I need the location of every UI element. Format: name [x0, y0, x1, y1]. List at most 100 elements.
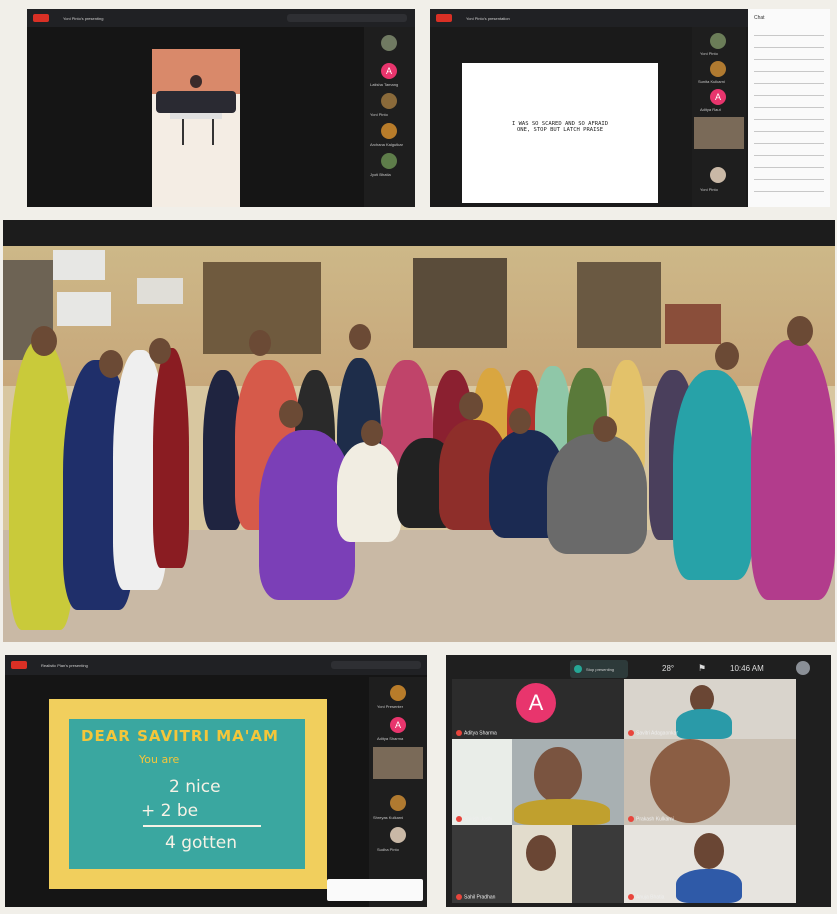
participant-name: Archana Kalgutkar	[370, 142, 403, 147]
head	[787, 316, 813, 346]
head	[694, 833, 724, 869]
participant-tile: Shirish Joshi	[452, 739, 624, 825]
participant-name: Yoni Pinto	[700, 51, 718, 56]
screen-share-icon	[574, 665, 582, 673]
tile-name-text: Savitri Adagaonkar	[636, 730, 678, 736]
head	[509, 408, 531, 434]
slide-text: I WAS SO SCARED AND SO AFRAID ONE, STOP …	[511, 121, 609, 133]
person	[547, 434, 647, 554]
mic-off-icon	[628, 729, 634, 736]
participant-name: Sunita Kulkarni	[698, 79, 725, 84]
user-avatar[interactable]	[796, 661, 810, 675]
person	[676, 709, 732, 739]
head	[279, 400, 303, 428]
meeting-topbar: Yoni Pinto's presenting	[27, 9, 415, 27]
mic-off-icon	[456, 815, 462, 822]
participant-name: Sudha Pinto	[377, 847, 399, 852]
mic-off-icon	[628, 893, 634, 900]
participant-name: Aditya Sharma	[377, 736, 404, 741]
person	[337, 442, 401, 542]
participant-video	[694, 117, 744, 149]
presenter-title: Yoni Pinto's presenting	[63, 16, 104, 21]
participant-avatar	[381, 153, 397, 169]
toolbar-icons[interactable]	[331, 661, 421, 669]
participant-tile: A Aditya Sharma	[452, 679, 624, 739]
present-chip[interactable]: Stop presenting	[570, 660, 628, 678]
card-inner: DEAR SAVITRI MA'AM You are 2 nice + 2 be…	[69, 719, 305, 869]
card-line-3: + 2 be	[141, 801, 199, 821]
chat-messages	[754, 29, 824, 199]
slide: I WAS SO SCARED AND SO AFRAID ONE, STOP …	[462, 63, 658, 203]
card-divider	[143, 825, 261, 827]
sofa	[156, 91, 236, 113]
avatar-letter: A	[714, 92, 721, 102]
clock-time: 10:46 AM	[730, 664, 764, 673]
ac-unit	[57, 292, 111, 326]
keyboard-stand	[182, 119, 214, 145]
participant-avatar	[710, 33, 726, 49]
participant-avatar	[710, 61, 726, 77]
card-title: DEAR SAVITRI MA'AM	[81, 727, 279, 745]
doorway	[413, 258, 507, 348]
chat-header: Chat	[754, 15, 765, 21]
meeting-topbar: Realistic Plan's presenting	[5, 655, 427, 675]
doorway	[577, 262, 661, 348]
participant-avatar	[381, 93, 397, 109]
tile-name: Sahil Pradhan	[456, 893, 496, 900]
avatar-letter: A	[394, 720, 401, 730]
meeting-window-4: Stop presenting 28° ⚑ 10:46 AM A Aditya …	[446, 655, 831, 907]
avatar-letter-circle: A	[710, 89, 726, 105]
presented-video	[152, 49, 240, 207]
participant-avatar	[381, 123, 397, 139]
participant-name: Latisha Tamang	[370, 82, 399, 87]
participant-name: Aditya Raut	[700, 107, 721, 112]
toolbar-icons[interactable]	[287, 14, 407, 22]
head	[459, 392, 483, 420]
head	[534, 747, 582, 803]
participant-video	[373, 747, 423, 779]
avatar-letter-circle: A	[390, 717, 406, 733]
head	[99, 350, 123, 378]
notice-board	[665, 304, 721, 344]
card-line-1: You are	[139, 753, 180, 766]
photo-top-band	[3, 220, 835, 246]
chat-notification[interactable]	[327, 879, 423, 901]
participant-avatar	[390, 827, 406, 843]
participant-name: Yoni Presenter	[377, 704, 404, 709]
participant-name: Yoni Pinto	[700, 187, 718, 192]
tile-name: Savitri Adagaonkar	[628, 729, 678, 736]
head	[149, 338, 171, 364]
tile-name-text: Anuja Bhatia	[636, 894, 665, 900]
participant-tile: Savitri Adagaonkar	[624, 679, 796, 739]
present-chip-label: Stop presenting	[586, 667, 615, 672]
person	[153, 348, 189, 568]
participant-tile: Sahil Pradhan	[452, 825, 624, 903]
tile-name-text: Shirish Joshi	[464, 816, 493, 822]
tile-name: Aditya Sharma	[456, 729, 497, 736]
participants-sidebar: Yoni Pinto Sunita Kulkarni A Aditya Raut…	[692, 27, 746, 207]
recording-badge	[436, 14, 452, 22]
meeting-window-2: Yoni Pinto's presentation I WAS SO SCARE…	[430, 9, 830, 207]
chat-panel: Chat	[748, 9, 830, 207]
avatar-letter: A	[528, 690, 544, 715]
participant-avatar	[390, 685, 406, 701]
participant-avatar	[390, 795, 406, 811]
head	[361, 420, 383, 446]
person-magenta-saree	[751, 340, 835, 600]
recording-badge	[11, 661, 27, 669]
person	[514, 799, 610, 825]
presented-card: DEAR SAVITRI MA'AM You are 2 nice + 2 be…	[49, 699, 327, 889]
participant-tile: Prakash Kulkarni	[624, 739, 796, 825]
participant-tile: Anuja Bhatia	[624, 825, 796, 903]
participant-avatar	[710, 167, 726, 183]
participant-avatar	[381, 35, 397, 51]
participants-sidebar: A Latisha Tamang Yoni Pinto Archana Kalg…	[364, 27, 415, 207]
participants-sidebar: Yoni Presenter A Aditya Sharma Shreyas K…	[369, 677, 427, 907]
flag-icon: ⚑	[698, 663, 707, 673]
head	[650, 739, 730, 823]
head	[715, 342, 739, 370]
head	[349, 324, 371, 350]
card-line-2: 2 nice	[169, 777, 221, 797]
tile-name-text: Sahil Pradhan	[464, 894, 496, 900]
window-backdrop	[452, 739, 512, 825]
